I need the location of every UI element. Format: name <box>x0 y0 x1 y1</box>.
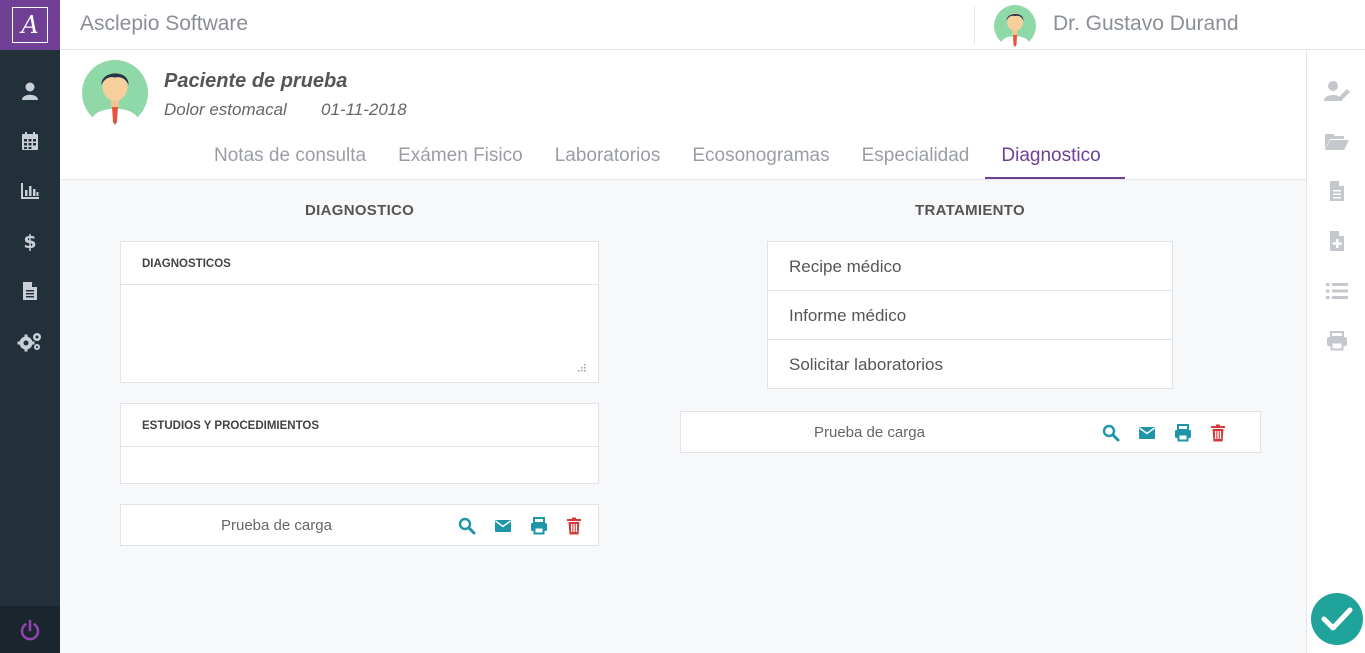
search-icon[interactable] <box>1101 423 1121 443</box>
patient-reason: Dolor estomacal <box>164 100 287 119</box>
estudios-header: ESTUDIOS Y PROCEDIMIENTOS <box>121 404 598 447</box>
email-icon[interactable] <box>493 516 513 536</box>
right-sidebar <box>1306 50 1365 653</box>
app-title: Asclepio Software <box>80 12 249 35</box>
tab-notas-de-consulta[interactable]: Notas de consulta <box>198 138 382 179</box>
document-icon[interactable] <box>0 276 60 306</box>
tab-laboratorios[interactable]: Laboratorios <box>539 138 677 179</box>
print-icon[interactable] <box>1173 423 1193 443</box>
cogs-icon[interactable] <box>0 326 60 356</box>
file-icon[interactable] <box>1307 176 1365 206</box>
tab-diagnostico[interactable]: Diagnostico <box>985 138 1125 179</box>
power-icon <box>20 619 40 640</box>
tratamiento-file-name: Prueba de carga <box>814 424 925 441</box>
resize-grip-icon[interactable] <box>576 364 586 372</box>
svg-text:$: $ <box>23 231 36 252</box>
tratamiento-list: Recipe médico Informe médico Solicitar l… <box>767 241 1173 389</box>
diagnosticos-card: DIAGNOSTICOS <box>120 241 599 383</box>
diagnosticos-textarea[interactable] <box>121 285 598 381</box>
diagnostico-title: DIAGNOSTICO <box>305 202 415 219</box>
print-icon[interactable] <box>1307 326 1365 356</box>
tab-examen-fisico[interactable]: Exámen Fisico <box>382 138 539 179</box>
recipe-medico-item[interactable]: Recipe médico <box>767 241 1173 291</box>
diagnostico-file-name: Prueba de carga <box>221 517 332 534</box>
solicitar-laboratorios-item[interactable]: Solicitar laboratorios <box>767 339 1173 389</box>
calendar-icon[interactable] <box>0 126 60 156</box>
left-sidebar: A $ <box>0 0 60 653</box>
diagnosticos-header: DIAGNOSTICOS <box>121 242 598 285</box>
user-icon[interactable] <box>0 76 60 106</box>
patient-name: Paciente de prueba <box>164 70 348 92</box>
search-icon[interactable] <box>457 516 477 536</box>
user-avatar[interactable] <box>994 5 1036 49</box>
delete-icon[interactable] <box>564 516 584 536</box>
tratamiento-title: TRATAMIENTO <box>915 202 1025 219</box>
user-name[interactable]: Dr. Gustavo Durand <box>1053 12 1239 36</box>
tab-ecosonogramas[interactable]: Ecosonogramas <box>676 138 845 179</box>
chart-icon[interactable] <box>0 176 60 206</box>
patient-date: 01-11-2018 <box>321 100 407 119</box>
confirm-button[interactable] <box>1311 593 1363 645</box>
top-bar: Asclepio Software Dr. Gustavo Durand <box>60 0 1365 50</box>
power-button[interactable] <box>0 606 60 653</box>
tab-especialidad[interactable]: Especialidad <box>846 138 986 179</box>
estudios-textarea[interactable] <box>121 447 598 483</box>
app-logo[interactable]: A <box>0 0 60 50</box>
check-icon <box>1321 607 1353 631</box>
topbar-divider <box>974 6 975 44</box>
patient-avatar <box>82 60 148 130</box>
list-icon[interactable] <box>1307 276 1365 306</box>
user-edit-icon[interactable] <box>1307 76 1365 106</box>
patient-header: Paciente de prueba Dolor estomacal 01-11… <box>60 50 1306 180</box>
diagnostico-file-row: Prueba de carga <box>120 504 599 546</box>
folder-open-icon[interactable] <box>1307 126 1365 156</box>
tratamiento-file-row: Prueba de carga <box>680 411 1261 453</box>
consultation-tabs: Notas de consulta Exámen Fisico Laborato… <box>198 138 1125 179</box>
email-icon[interactable] <box>1137 423 1157 443</box>
dollar-icon[interactable]: $ <box>0 226 60 256</box>
estudios-card: ESTUDIOS Y PROCEDIMIENTOS <box>120 403 599 484</box>
file-medical-icon[interactable] <box>1307 226 1365 256</box>
informe-medico-item[interactable]: Informe médico <box>767 290 1173 340</box>
print-icon[interactable] <box>529 516 549 536</box>
delete-icon[interactable] <box>1208 423 1228 443</box>
logo-letter: A <box>12 7 48 43</box>
